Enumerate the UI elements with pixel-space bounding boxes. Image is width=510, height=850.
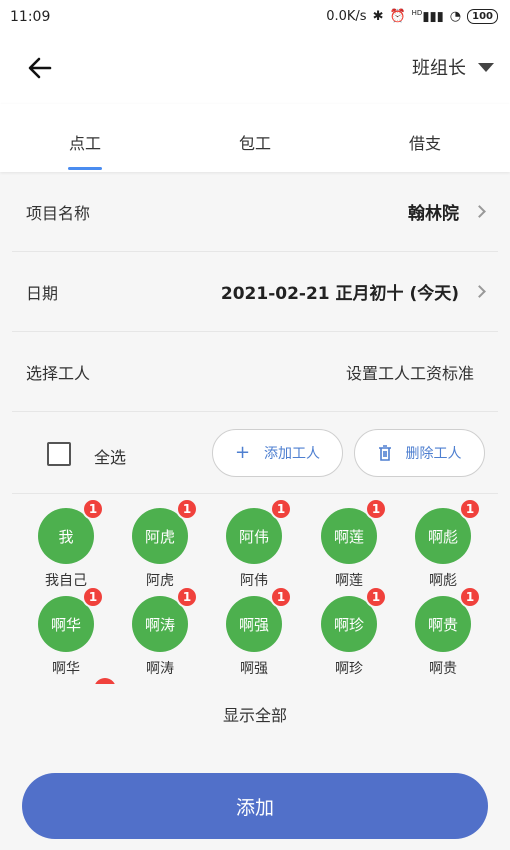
tab-advance[interactable]: 借支 xyxy=(340,104,510,172)
wifi-icon: ◔ xyxy=(449,9,462,25)
worker-item[interactable]: 阿虎 1 阿虎 xyxy=(120,498,200,590)
select-all-checkbox[interactable] xyxy=(47,442,71,466)
select-all-label[interactable]: 全选 xyxy=(94,444,126,468)
battery-icon: 100 xyxy=(467,9,498,25)
worker-badge: 1 xyxy=(459,586,481,608)
worker-item[interactable]: 啊彪 1 啊彪 xyxy=(403,498,483,590)
worker-item[interactable]: 啊珍 1 啊珍 xyxy=(309,586,389,678)
select-workers-label: 选择工人 xyxy=(26,363,91,383)
role-selector[interactable]: 班组长 xyxy=(412,54,494,80)
plus-icon: + xyxy=(234,442,251,463)
trash-icon xyxy=(378,445,391,461)
bluetooth-icon: ✱ xyxy=(372,9,384,25)
worker-name: 啊珍 xyxy=(335,661,363,677)
worker-badge: 1 xyxy=(82,498,104,520)
worker-name: 啊华 xyxy=(52,661,80,677)
date-value: 2021-02-21 正月初十 (今天) xyxy=(220,284,459,304)
worker-name: 啊涛 xyxy=(146,661,174,677)
project-value: 翰林院 xyxy=(408,204,459,224)
worker-badge: 1 xyxy=(270,586,292,608)
status-icons: 0.0K/s ✱ ⏰ HD▮▮▮ ◔ 100 xyxy=(326,9,498,25)
show-all-button[interactable]: 显示全部 xyxy=(0,702,510,726)
alarm-icon: ⏰ xyxy=(389,9,406,25)
tab-bar: 点工 包工 借支 xyxy=(0,104,510,172)
date-row[interactable]: 日期 2021-02-21 正月初十 (今天) xyxy=(12,252,498,332)
worker-actions: 全选 + 添加工人 删除工人 xyxy=(12,412,498,494)
add-worker-button[interactable]: + 添加工人 xyxy=(212,429,343,477)
project-label: 项目名称 xyxy=(26,203,91,223)
chevron-right-icon xyxy=(473,205,486,218)
worker-item[interactable]: 啊涛 1 啊涛 xyxy=(120,586,200,678)
worker-item[interactable]: 啊贵 1 啊贵 xyxy=(403,586,483,678)
back-arrow-icon[interactable] xyxy=(24,52,56,84)
worker-item[interactable]: 啊华 1 啊华 xyxy=(26,586,106,678)
worker-item[interactable]: 我 1 我自己 xyxy=(26,498,106,590)
worker-name: 啊强 xyxy=(240,661,268,677)
tab-contract-work[interactable]: 包工 xyxy=(170,104,340,172)
worker-badge: 1 xyxy=(176,498,198,520)
clipped-badge xyxy=(94,678,116,684)
delete-worker-button[interactable]: 删除工人 xyxy=(354,429,485,477)
role-label: 班组长 xyxy=(412,58,466,79)
worker-grid: 我 1 我自己 阿虎 1 阿虎 阿伟 1 阿伟 啊莲 1 啊莲 啊彪 1 啊彪 … xyxy=(12,494,498,684)
worker-item[interactable]: 啊强 1 啊强 xyxy=(214,586,294,678)
network-speed: 0.0K/s xyxy=(326,9,367,25)
worker-badge: 1 xyxy=(365,498,387,520)
worker-item[interactable]: 啊莲 1 啊莲 xyxy=(309,498,389,590)
app-header: 班组长 xyxy=(0,34,510,104)
worker-badge: 1 xyxy=(365,586,387,608)
worker-badge: 1 xyxy=(176,586,198,608)
worker-item[interactable]: 阿伟 1 阿伟 xyxy=(214,498,294,590)
tab-daily-work[interactable]: 点工 xyxy=(0,104,170,172)
submit-add-button[interactable]: 添加 xyxy=(22,773,488,839)
worker-badge: 1 xyxy=(459,498,481,520)
wage-standard-link[interactable]: 设置工人工资标准 xyxy=(346,360,484,384)
select-workers-row: 选择工人 设置工人工资标准 xyxy=(12,332,498,412)
caret-down-icon xyxy=(478,62,494,72)
chevron-right-icon xyxy=(473,285,486,298)
delete-worker-label: 删除工人 xyxy=(405,446,462,462)
signal-icon: HD▮▮▮ xyxy=(411,9,444,25)
add-worker-label: 添加工人 xyxy=(264,446,321,462)
worker-badge: 1 xyxy=(82,586,104,608)
worker-badge: 1 xyxy=(270,498,292,520)
project-row[interactable]: 项目名称 翰林院 xyxy=(12,172,498,252)
status-time: 11:09 xyxy=(10,9,51,25)
status-bar: 11:09 0.0K/s ✱ ⏰ HD▮▮▮ ◔ 100 xyxy=(0,0,510,34)
date-label: 日期 xyxy=(26,283,59,303)
worker-name: 啊贵 xyxy=(429,661,457,677)
